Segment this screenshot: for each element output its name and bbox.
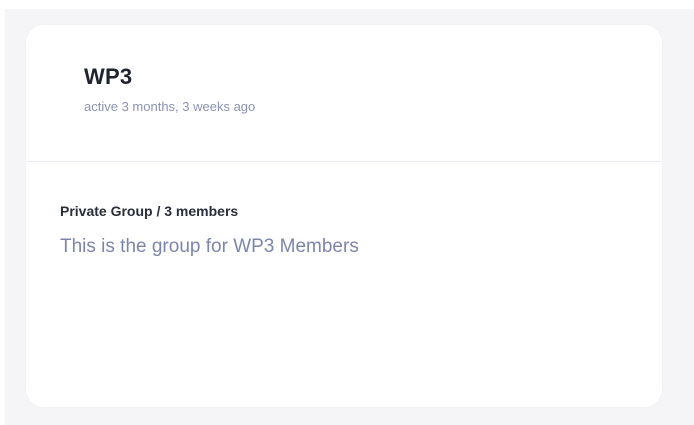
group-last-active: active 3 months, 3 weeks ago	[84, 99, 256, 114]
group-description: This is the group for WP3 Members	[60, 236, 359, 257]
group-card-body: Private Group / 3 members This is the gr…	[26, 162, 662, 259]
group-title[interactable]: WP3	[84, 63, 662, 91]
group-card[interactable]: WP3 active 3 months, 3 weeks ago Private…	[26, 25, 662, 407]
group-card-header: WP3 active 3 months, 3 weeks ago	[26, 25, 662, 162]
group-privacy-and-members: Private Group / 3 members	[60, 203, 239, 219]
